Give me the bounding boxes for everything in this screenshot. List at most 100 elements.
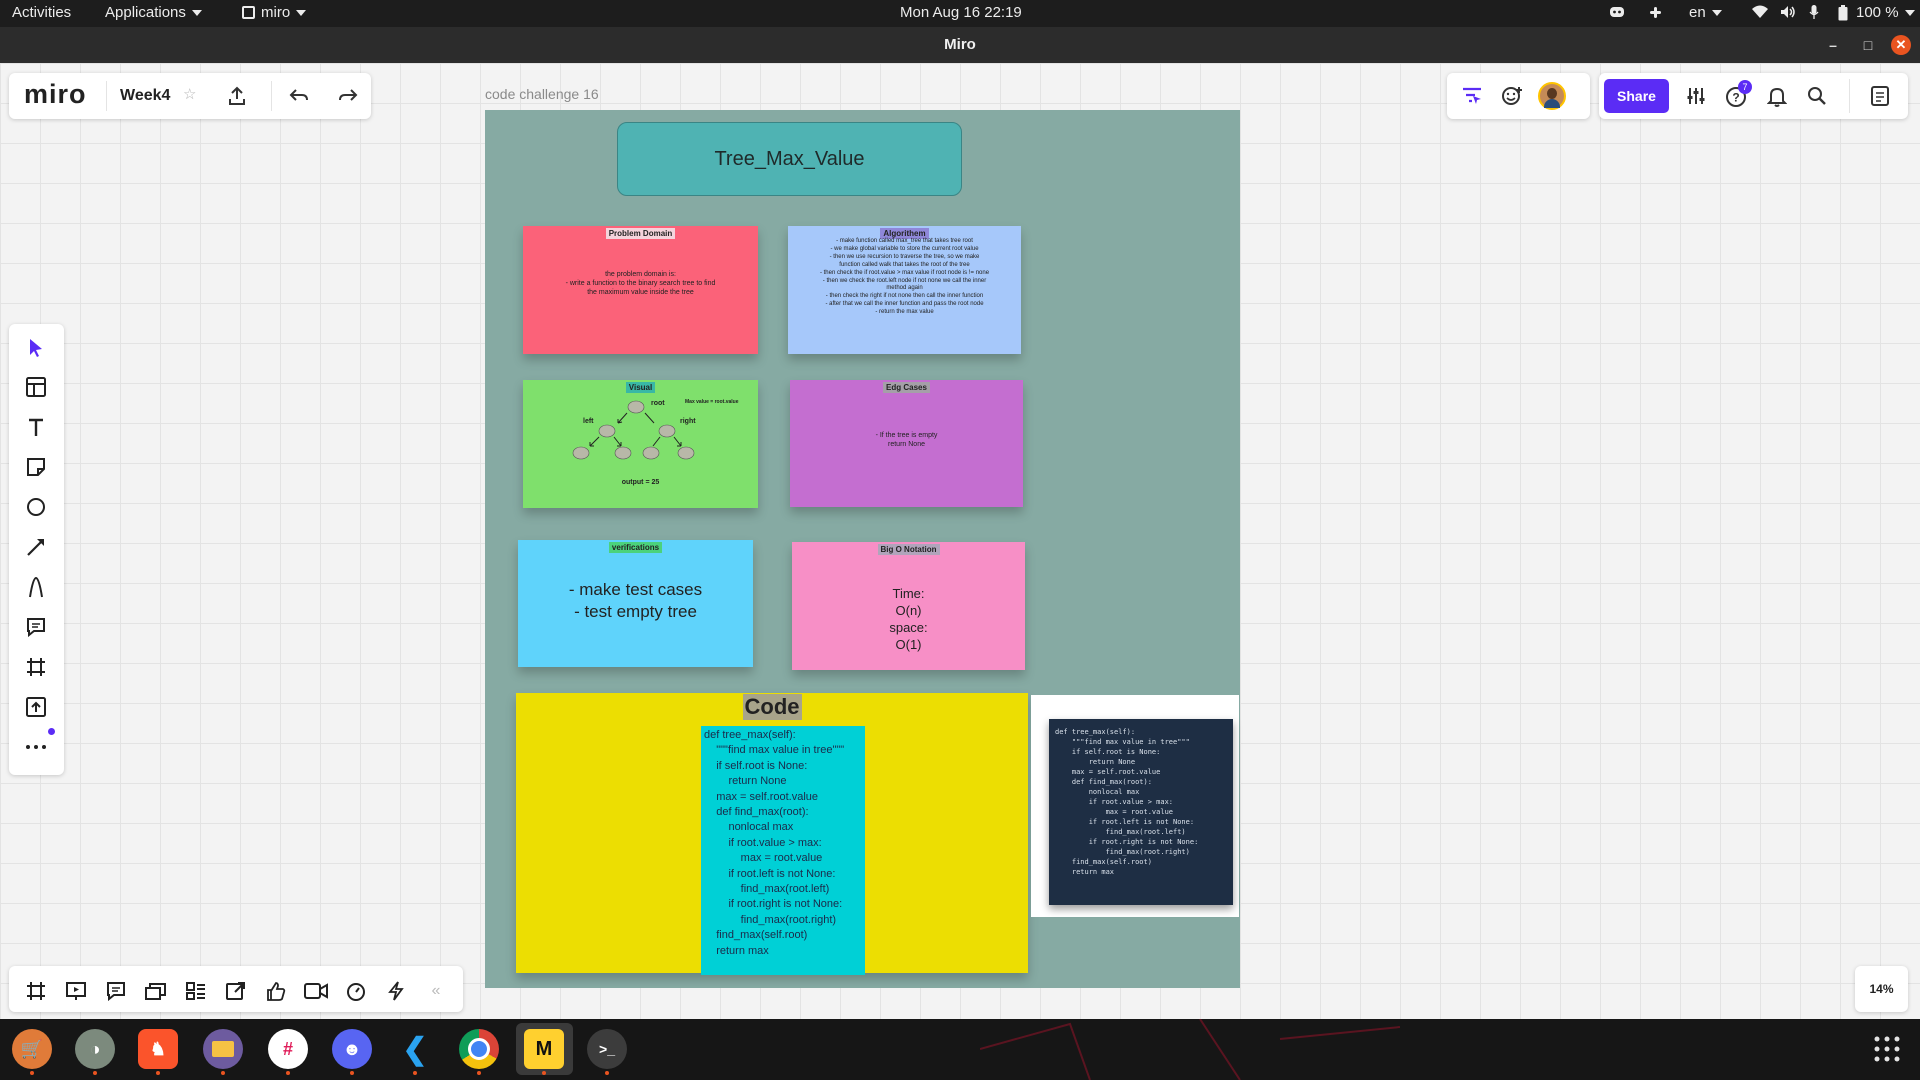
- show-apps-grid-icon[interactable]: [1874, 1036, 1900, 1067]
- code-image-line: find_max(self.root): [1055, 858, 1152, 866]
- note-body: the problem domain is: - write a functio…: [565, 271, 716, 297]
- dock: 🛒 ◑ ♞ # ☻ ❮ M >_: [0, 1019, 1920, 1080]
- wifi-icon[interactable]: [1752, 5, 1768, 23]
- activities-button[interactable]: Activities: [12, 4, 71, 21]
- board-canvas[interactable]: miro Week4 ☆ Share ? 7 code challenge 16…: [0, 63, 1920, 1019]
- terminal-icon[interactable]: >_: [587, 1029, 627, 1075]
- battery-percent[interactable]: 100 %: [1856, 4, 1915, 21]
- language-indicator[interactable]: en: [1689, 4, 1722, 21]
- timer-icon[interactable]: [341, 976, 371, 1006]
- notifications-bell-icon[interactable]: [1766, 86, 1788, 113]
- settings-sliders-icon[interactable]: [1686, 86, 1706, 111]
- frame-tool-icon[interactable]: [14, 650, 58, 684]
- code-screenshot[interactable]: def tree_max(self): """find max value in…: [1049, 719, 1233, 905]
- code-line: return None: [704, 775, 787, 788]
- creation-toolbar: [9, 324, 64, 775]
- app-menu[interactable]: miro: [242, 4, 307, 21]
- miro-logo[interactable]: miro: [24, 79, 87, 110]
- code-image-line: find_max(root.left): [1055, 828, 1186, 836]
- microphone-icon[interactable]: [1809, 5, 1819, 24]
- comments-icon[interactable]: [101, 976, 131, 1006]
- search-icon[interactable]: [1807, 86, 1827, 111]
- battery-icon[interactable]: [1838, 5, 1848, 25]
- verifications-note[interactable]: verifications - make test cases - test e…: [518, 540, 753, 667]
- divider: [106, 81, 107, 111]
- board-header-panel: miro Week4 ☆: [9, 73, 371, 119]
- code-line: def find_max(root):: [704, 806, 809, 819]
- discord-tray-icon[interactable]: [1609, 5, 1625, 23]
- shapes-tool-icon[interactable]: [14, 490, 58, 524]
- window-title: Miro: [944, 36, 976, 53]
- more-tools-icon[interactable]: [14, 730, 58, 764]
- share-button[interactable]: Share: [1604, 79, 1669, 113]
- export-icon[interactable]: [227, 86, 247, 111]
- root-label: root: [651, 400, 665, 407]
- new-feature-dot: [48, 728, 55, 735]
- zoom-level[interactable]: 14%: [1855, 966, 1908, 1012]
- code-line: """find max value in tree""": [704, 744, 845, 757]
- algorithm-note[interactable]: Algorithem - make function called max_tr…: [788, 226, 1021, 354]
- volume-icon[interactable]: [1780, 5, 1796, 23]
- sticky-note-tool-icon[interactable]: [14, 450, 58, 484]
- board-name[interactable]: Week4: [120, 87, 170, 105]
- voting-thumbs-up-icon[interactable]: [261, 976, 291, 1006]
- minimize-button[interactable]: –: [1823, 35, 1843, 55]
- connection-line-tool-icon[interactable]: [14, 530, 58, 564]
- divider: [271, 81, 272, 111]
- lightning-icon[interactable]: [381, 976, 411, 1006]
- note-header: Code: [742, 694, 802, 720]
- select-tool-icon[interactable]: [14, 331, 58, 365]
- collapse-toolbar-icon[interactable]: «: [421, 976, 451, 1006]
- slack-icon[interactable]: #: [268, 1029, 308, 1075]
- complexity-list: Time: O(n) space: O(1): [792, 585, 1025, 653]
- miro-dock-icon[interactable]: M: [524, 1029, 564, 1075]
- big-o-note[interactable]: Big O Notation Time: O(n) space: O(1): [792, 542, 1025, 670]
- brave-browser-icon[interactable]: ♞: [138, 1029, 178, 1075]
- undo-icon[interactable]: [289, 87, 309, 110]
- code-image-line: """find max value in tree""": [1055, 738, 1190, 746]
- templates-tool-icon[interactable]: [14, 370, 58, 404]
- favorite-star-icon[interactable]: ☆: [183, 85, 196, 103]
- title-card[interactable]: Tree_Max_Value: [617, 122, 962, 196]
- code-line: if root.left is not None:: [704, 867, 836, 880]
- divider: [1849, 79, 1850, 113]
- user-avatar[interactable]: [1538, 82, 1566, 110]
- text-tool-icon[interactable]: [14, 410, 58, 444]
- pen-tool-icon[interactable]: [14, 570, 58, 604]
- clock[interactable]: Mon Aug 16 22:19: [900, 4, 1022, 21]
- discord-icon[interactable]: ☻: [332, 1029, 372, 1075]
- reactions-icon[interactable]: [1501, 85, 1523, 112]
- filter-cursor-icon[interactable]: [1461, 86, 1483, 111]
- presentation-icon[interactable]: [61, 976, 91, 1006]
- vscode-icon[interactable]: ❮: [395, 1029, 435, 1075]
- files-icon[interactable]: [203, 1029, 243, 1075]
- frame-label[interactable]: code challenge 16: [485, 86, 599, 102]
- visual-note[interactable]: Visual root left right Max value = root.…: [523, 380, 758, 508]
- code-image-line: nonlocal max: [1055, 788, 1140, 796]
- note-header: Big O Notation: [877, 544, 940, 555]
- cards-icon[interactable]: [141, 976, 171, 1006]
- maximize-button[interactable]: □: [1858, 35, 1878, 55]
- code-image-line: def find_max(root):: [1055, 778, 1152, 786]
- share-screen-icon[interactable]: [221, 976, 251, 1006]
- note-body: - make function called max_tree that tak…: [819, 238, 990, 316]
- board-list-icon[interactable]: [1871, 86, 1889, 111]
- problem-domain-note[interactable]: Problem Domain the problem domain is: - …: [523, 226, 758, 354]
- kanban-icon[interactable]: [181, 976, 211, 1006]
- applications-menu[interactable]: Applications: [105, 4, 202, 21]
- chrome-icon[interactable]: [459, 1029, 499, 1075]
- frames-icon[interactable]: [21, 976, 51, 1006]
- upload-tool-icon[interactable]: [14, 690, 58, 724]
- redo-icon[interactable]: [338, 87, 358, 110]
- close-button[interactable]: ✕: [1891, 35, 1911, 55]
- slack-tray-icon[interactable]: [1648, 5, 1663, 24]
- note-header: Edg Cases: [883, 382, 930, 393]
- edge-cases-note[interactable]: Edg Cases - If the tree is empty return …: [790, 380, 1023, 507]
- code-note[interactable]: Code def tree_max(self): """find max val…: [516, 693, 1028, 975]
- comment-tool-icon[interactable]: [14, 610, 58, 644]
- video-call-icon[interactable]: [301, 976, 331, 1006]
- toolbar-right-panel: Share ? 7: [1599, 73, 1908, 119]
- settings-toggle-icon[interactable]: ◑: [75, 1029, 115, 1075]
- software-center-icon[interactable]: 🛒: [12, 1029, 52, 1075]
- code-line: if self.root is None:: [704, 759, 808, 772]
